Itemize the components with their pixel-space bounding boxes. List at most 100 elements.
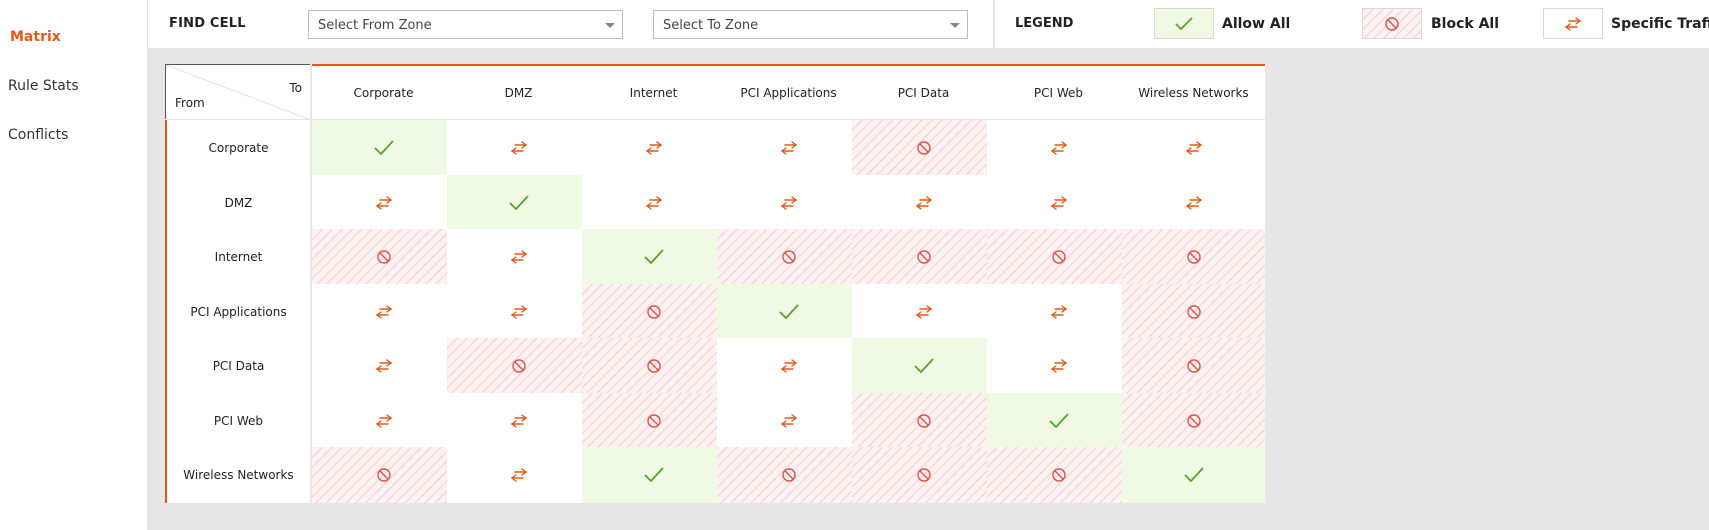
matrix-cell-specific[interactable] [312,392,455,449]
row-header: Corporate [165,120,310,176]
matrix-cell-block[interactable] [1122,229,1265,285]
legend-specific-swatch [1543,8,1603,39]
matrix-cell-block[interactable] [312,447,455,503]
matrix-cell-specific[interactable] [447,392,590,449]
matrix-cell-specific[interactable] [987,120,1130,176]
matrix-cell-specific[interactable] [717,392,860,449]
matrix-cell-allow[interactable] [312,120,455,176]
matrix-cell-specific[interactable] [987,338,1130,394]
matrix-cell-allow[interactable] [1122,447,1265,503]
matrix-cell-specific[interactable] [717,174,860,231]
matrix-cell-block[interactable] [987,447,1130,503]
check-icon [1048,412,1069,428]
check-icon [373,140,394,156]
matrix-cell-specific[interactable] [447,229,590,285]
matrix-cell-block[interactable] [447,338,590,394]
matrix-cell-block[interactable] [717,447,860,503]
bidirectional-arrows-icon [1050,359,1067,373]
matrix-cell-block[interactable] [852,229,995,285]
block-icon [646,304,661,319]
matrix-cell-block[interactable] [312,229,455,285]
sidebar-item-rule-stats[interactable]: Rule Stats [8,78,79,94]
matrix-cell-specific[interactable] [852,283,995,340]
sidebar-item-conflicts[interactable]: Conflicts [8,127,68,143]
legend-allow-label: Allow All [1222,16,1291,32]
block-icon [376,250,391,264]
matrix-cell-allow[interactable] [447,174,590,231]
row-header: Wireless Networks [165,447,310,503]
bidirectional-arrows-icon [510,250,527,264]
bidirectional-arrows-icon [1050,304,1067,319]
check-icon [1175,16,1193,30]
matrix-cell-block[interactable] [1122,283,1265,340]
matrix-cell-allow[interactable] [717,283,860,340]
block-icon [916,250,931,264]
bidirectional-arrows-icon [375,304,392,319]
matrix-cell-specific[interactable] [582,174,725,231]
check-icon [508,194,529,210]
from-zone-placeholder: Select From Zone [318,18,432,33]
bidirectional-arrows-icon [780,413,797,428]
column-header: Wireless Networks [1122,64,1265,119]
matrix-cell-allow[interactable] [582,447,725,503]
column-header: Corporate [312,64,455,119]
matrix-cell-specific[interactable] [447,283,590,340]
matrix-cell-specific[interactable] [717,338,860,394]
chevron-down-icon [950,23,960,28]
row-header: PCI Web [165,392,310,449]
matrix-cell-specific[interactable] [312,174,455,231]
matrix-cell-block[interactable] [582,283,725,340]
legend-specific-label: Specific Traffic [1611,16,1709,32]
find-cell-title: FIND CELL [169,16,246,31]
matrix-cell-block[interactable] [582,338,725,394]
row-header: PCI Data [165,338,310,394]
to-zone-select[interactable]: Select To Zone [653,10,968,39]
matrix-cell-block[interactable] [852,392,995,449]
sidebar-item-matrix[interactable]: Matrix [10,29,61,45]
matrix-cell-specific[interactable] [312,338,455,394]
matrix-cell-specific[interactable] [987,174,1130,231]
column-header: PCI Web [987,64,1130,119]
matrix-cell-specific[interactable] [987,283,1130,340]
check-icon [1183,467,1204,483]
matrix-cell-allow[interactable] [582,229,725,285]
matrix-cell-specific[interactable] [717,120,860,176]
bidirectional-arrows-icon [1564,16,1582,31]
matrix-cell-allow[interactable] [987,392,1130,449]
bidirectional-arrows-icon [510,141,527,155]
from-zone-select[interactable]: Select From Zone [308,10,623,39]
check-icon [778,303,799,319]
matrix-cell-block[interactable] [582,392,725,449]
matrix-cell-block[interactable] [1122,338,1265,394]
matrix-cell-specific[interactable] [852,174,995,231]
bidirectional-arrows-icon [780,359,797,373]
block-icon [916,468,931,482]
corner-from-label: From [175,96,205,110]
matrix-cell-allow[interactable] [852,338,995,394]
sidebar: Matrix Rule Stats Conflicts [0,0,148,530]
bidirectional-arrows-icon [915,195,932,210]
bidirectional-arrows-icon [645,195,662,210]
chevron-down-icon [605,23,615,28]
bidirectional-arrows-icon [375,359,392,373]
check-icon [643,249,664,265]
column-header: PCI Applications [717,64,860,119]
block-icon [781,250,796,264]
matrix-cell-block[interactable] [717,229,860,285]
matrix-cell-specific[interactable] [312,283,455,340]
matrix-cell-specific[interactable] [447,447,590,503]
corner-to-label: To [289,81,302,95]
bidirectional-arrows-icon [780,141,797,155]
toolbar-divider [993,0,995,48]
matrix-cell-specific[interactable] [582,120,725,176]
matrix-cell-block[interactable] [1122,392,1265,449]
bidirectional-arrows-icon [510,413,527,428]
bidirectional-arrows-icon [510,468,527,482]
matrix-cell-block[interactable] [852,120,995,176]
matrix-cell-block[interactable] [987,229,1130,285]
matrix-cell-specific[interactable] [1122,120,1265,176]
matrix-cell-specific[interactable] [1122,174,1265,231]
matrix-cell-block[interactable] [852,447,995,503]
matrix-cell-specific[interactable] [447,120,590,176]
column-header: Internet [582,64,725,119]
